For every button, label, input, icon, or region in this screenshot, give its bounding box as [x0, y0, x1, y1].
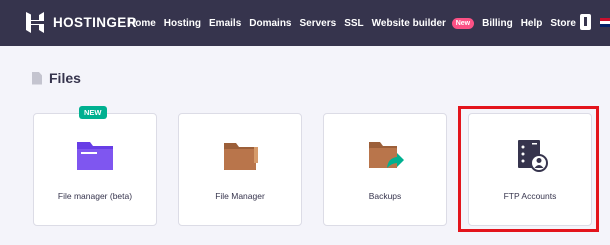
section-title: Files — [49, 70, 81, 86]
nav-ssl[interactable]: SSL — [344, 18, 363, 29]
nav-store[interactable]: Store — [550, 14, 591, 31]
highlight-box — [458, 106, 599, 232]
store-icon — [579, 14, 591, 30]
nav-home[interactable]: Home — [128, 18, 156, 29]
new-badge: NEW — [79, 106, 107, 119]
card-label: File Manager — [215, 191, 265, 201]
main-nav: Home Hosting Emails Domains Servers SSL … — [128, 14, 599, 31]
nav-emails[interactable]: Emails — [209, 18, 241, 29]
top-navigation-bar: HOSTINGER Home Hosting Emails Domains Se… — [0, 0, 610, 46]
new-badge: New — [451, 17, 475, 29]
nav-hosting[interactable]: Hosting — [164, 18, 201, 29]
language-flag-icon[interactable] — [600, 18, 610, 27]
backups-card[interactable]: Backups — [323, 113, 447, 226]
nav-domains[interactable]: Domains — [249, 18, 291, 29]
folder-icon — [224, 143, 258, 170]
card-label: Backups — [368, 191, 402, 201]
nav-website-builder-label: Website builder — [371, 17, 446, 29]
folder-icon — [77, 142, 113, 170]
nav-website-builder[interactable]: Website builder New — [371, 17, 475, 29]
nav-billing[interactable]: Billing — [482, 18, 513, 29]
card-label: File manager (beta) — [57, 191, 133, 201]
section-header: Files — [32, 70, 81, 86]
backup-folder-icon — [369, 142, 404, 168]
nav-help[interactable]: Help — [521, 18, 543, 29]
file-manager-beta-card[interactable]: NEW File manager (beta) — [33, 106, 157, 226]
document-icon — [32, 71, 42, 85]
brand-name: HOSTINGER — [53, 15, 137, 30]
file-manager-card[interactable]: File Manager — [178, 113, 302, 226]
nav-servers[interactable]: Servers — [300, 18, 337, 29]
nav-store-label: Store — [550, 17, 576, 29]
hostinger-logo-icon — [26, 12, 44, 33]
hostinger-logo[interactable]: HOSTINGER — [26, 12, 137, 33]
